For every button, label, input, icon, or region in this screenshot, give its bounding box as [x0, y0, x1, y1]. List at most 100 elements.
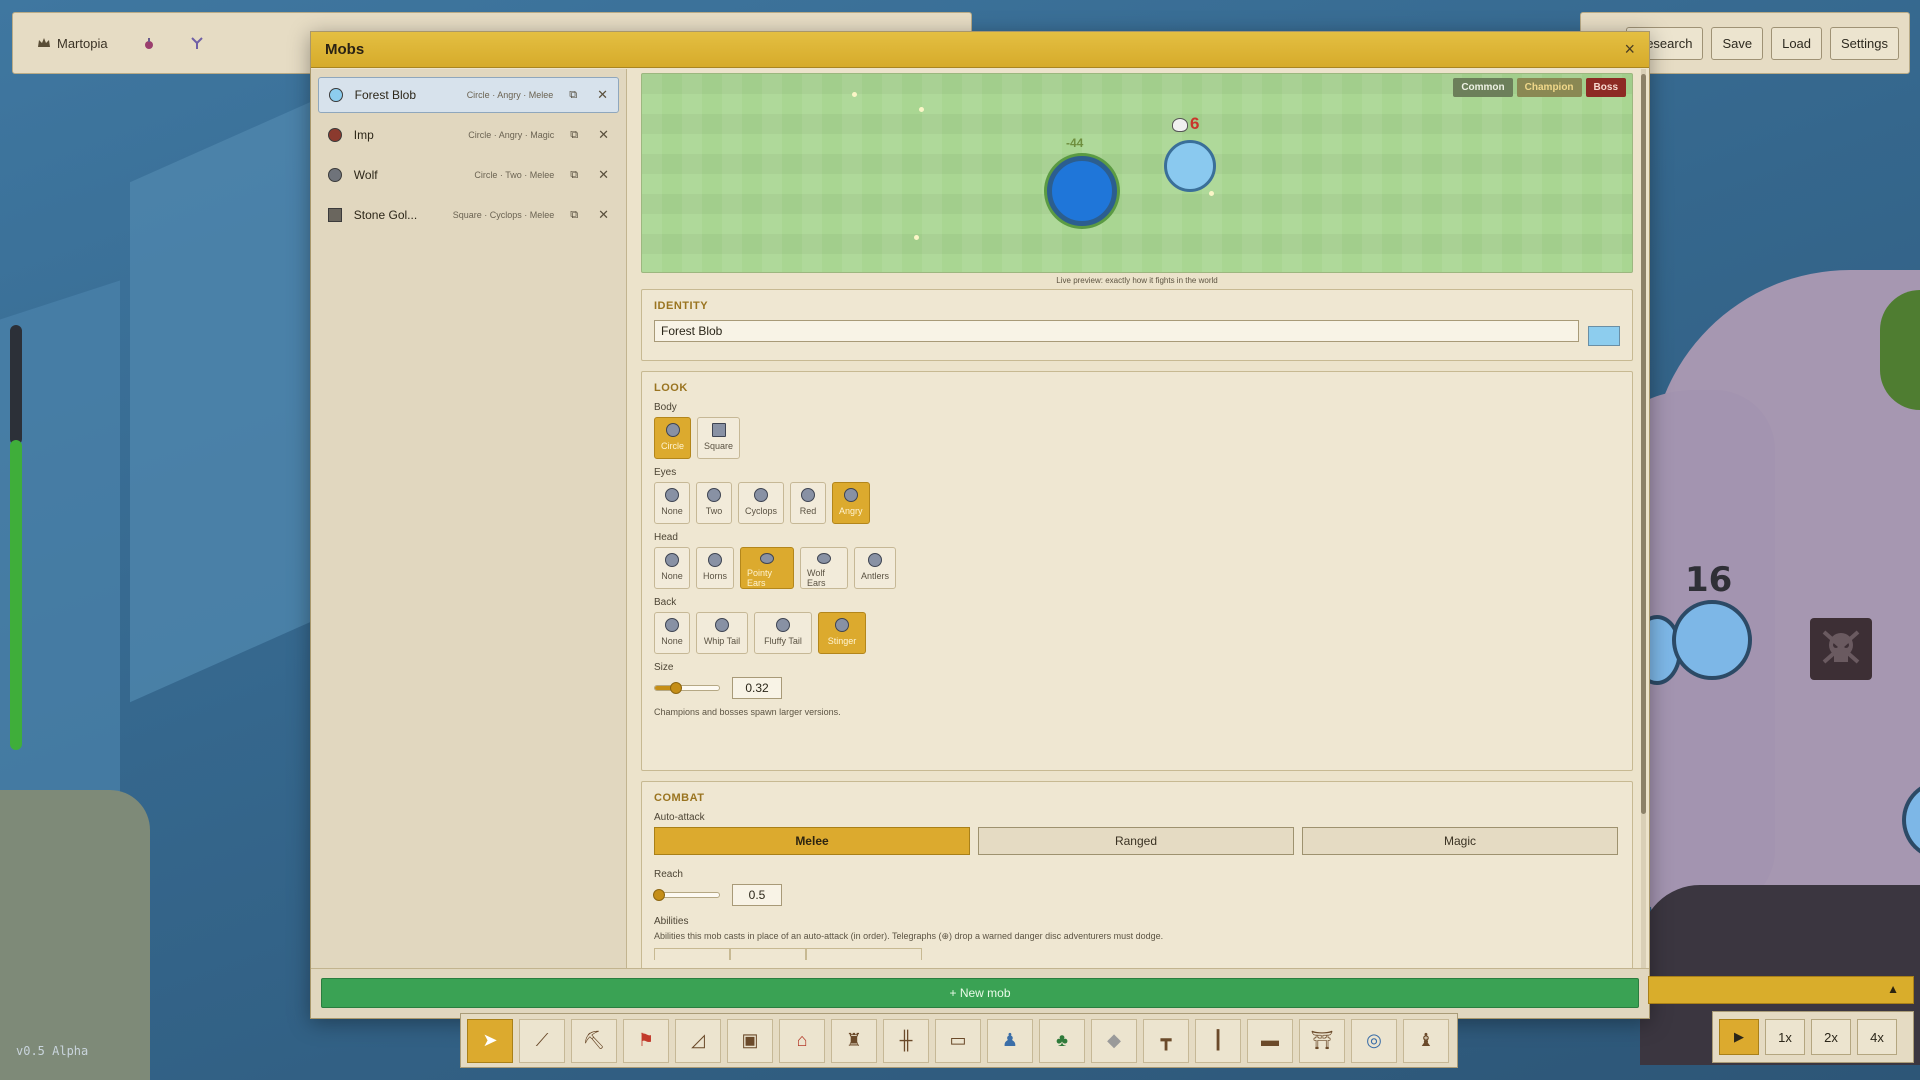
rock-tool-icon[interactable]: ◆	[1091, 1018, 1137, 1063]
duplicate-icon[interactable]: ⧉	[570, 169, 578, 182]
square-icon	[711, 423, 726, 437]
settlement-name: Martopia	[57, 35, 108, 51]
tier-champion-button[interactable]: Champion	[1516, 78, 1582, 97]
mob-list-item[interactable]: Forest Blob Circle · Angry · Melee ⧉ ✕	[318, 77, 619, 113]
tower-tool-icon[interactable]: ♜	[831, 1018, 877, 1063]
play-button[interactable]: ▶	[1719, 1019, 1759, 1055]
head-option-wolf-ears[interactable]: Wolf Ears	[800, 547, 849, 589]
mob-list: Forest Blob Circle · Angry · Melee ⧉ ✕ I…	[311, 69, 627, 969]
save-button[interactable]: Save	[1711, 26, 1764, 60]
back-option-fluffy-tail[interactable]: Fluffy Tail	[754, 612, 812, 654]
mob-name-input[interactable]	[654, 320, 1579, 342]
speed-2x-button[interactable]: 2x	[1811, 1019, 1851, 1055]
antlers-icon	[868, 553, 883, 567]
mob-name: Stone Gol...	[353, 208, 418, 222]
eyes-angry-icon	[843, 488, 858, 502]
mob-list-item[interactable]: Imp Circle · Angry · Magic ⧉ ✕	[318, 117, 619, 153]
bed-tool-icon[interactable]: ▬	[1247, 1018, 1293, 1063]
back-none-icon	[665, 618, 679, 632]
head-option-pointy-ears[interactable]: Pointy Ears	[740, 547, 795, 589]
new-mob-button[interactable]: + New mob	[321, 978, 1639, 1008]
settings-button[interactable]: Settings	[1830, 26, 1899, 60]
statue-tool-icon[interactable]: ♝	[1403, 1018, 1449, 1063]
chest-tool-icon[interactable]: ▣	[727, 1018, 773, 1063]
identity-section: IDENTITY	[641, 289, 1633, 361]
reach-value[interactable]: 0.5	[732, 884, 782, 906]
mob-list-item[interactable]: Stone Gol... Square · Cyclops · Melee ⧉ …	[318, 197, 619, 233]
house-tool-icon[interactable]: ⌂	[779, 1018, 825, 1063]
head-option-horns[interactable]: Horns	[696, 547, 735, 589]
body-option-square[interactable]: Square	[697, 417, 741, 459]
ability-tabs	[654, 948, 1620, 960]
eyes-option-none[interactable]: None	[654, 482, 690, 524]
mob-list-item[interactable]: Wolf Circle · Two · Melee ⧉ ✕	[318, 157, 619, 193]
sword-tool-icon[interactable]: ⟋	[519, 1018, 565, 1063]
potion-icon	[142, 36, 156, 50]
size-value[interactable]: 0.32	[732, 677, 782, 699]
banner-tool-icon[interactable]: ⚑	[623, 1018, 669, 1063]
size-slider-thumb[interactable]	[670, 682, 683, 694]
eyes-option-cyclops[interactable]: Cyclops	[738, 482, 785, 524]
collapse-panel-bar[interactable]: ▲	[1648, 976, 1914, 1004]
ability-slot[interactable]	[806, 948, 922, 960]
delete-icon[interactable]: ✕	[598, 127, 609, 143]
cursor-tool-icon[interactable]: ➤	[467, 1018, 513, 1063]
ability-slot[interactable]	[654, 948, 730, 960]
back-option-stinger[interactable]: Stinger	[818, 612, 866, 654]
wall-tool-icon[interactable]: ▭	[935, 1018, 981, 1063]
delete-icon[interactable]: ✕	[598, 167, 609, 183]
eyes-option-two[interactable]: Two	[696, 482, 732, 524]
eyes-red-icon	[801, 488, 816, 502]
speed-4x-button[interactable]: 4x	[1857, 1019, 1897, 1055]
eyes-none-icon	[665, 488, 679, 502]
reach-slider-thumb[interactable]	[653, 889, 665, 901]
load-button[interactable]: Load	[1771, 26, 1823, 60]
color-swatch[interactable]	[1588, 326, 1620, 346]
sparkle	[914, 235, 919, 240]
head-option-antlers[interactable]: Antlers	[854, 547, 897, 589]
ability-slot[interactable]	[730, 948, 806, 960]
tier-common-button[interactable]: Common	[1453, 78, 1513, 97]
npc-tool-icon[interactable]: ♟	[987, 1018, 1033, 1063]
ramp-tool-icon[interactable]: ◿	[675, 1018, 721, 1063]
eyes-option-red[interactable]: Red	[790, 482, 827, 524]
damage-number: -44	[1066, 136, 1084, 150]
portal-tool-icon[interactable]: ◎	[1351, 1018, 1397, 1063]
duplicate-icon[interactable]: ⧉	[570, 209, 578, 222]
magic-button[interactable]: Magic	[1302, 827, 1618, 855]
window-title: Mobs	[325, 41, 365, 58]
delete-icon[interactable]: ✕	[597, 87, 608, 103]
window-titlebar[interactable]: Mobs ×	[311, 32, 1649, 68]
potion-item[interactable]	[142, 36, 156, 50]
duplicate-icon[interactable]: ⧉	[569, 89, 577, 102]
melee-button[interactable]: Melee	[654, 827, 970, 855]
back-option-whip-tail[interactable]: Whip Tail	[696, 612, 748, 654]
duplicate-icon[interactable]: ⧉	[570, 129, 578, 142]
reach-slider[interactable]	[653, 889, 720, 901]
delete-icon[interactable]: ✕	[598, 207, 609, 223]
head-none-icon	[665, 553, 679, 567]
ranged-button[interactable]: Ranged	[978, 827, 1294, 855]
post-tool-icon[interactable]: ┃	[1195, 1018, 1241, 1063]
fence-tool-icon[interactable]: ╫	[883, 1018, 929, 1063]
pickaxe-tool-icon[interactable]: ⛏	[571, 1018, 617, 1063]
world-mob[interactable]	[1672, 600, 1752, 680]
body-option-circle[interactable]: Circle	[654, 417, 692, 459]
back-option-none[interactable]: None	[654, 612, 690, 654]
eyes-option-angry[interactable]: Angry	[832, 482, 870, 524]
tree-tool-icon[interactable]: ♣	[1039, 1018, 1085, 1063]
back-label: Back	[654, 597, 677, 608]
collapse-arrow-icon[interactable]: ▲	[1887, 982, 1899, 996]
table-tool-icon[interactable]: ┳	[1143, 1018, 1189, 1063]
head-option-none[interactable]: None	[654, 547, 690, 589]
preview-adventurer	[1164, 140, 1216, 192]
close-icon[interactable]: ×	[1624, 39, 1635, 60]
settlement-item[interactable]: Martopia	[37, 36, 108, 51]
branch-item[interactable]	[190, 36, 204, 50]
speed-1x-button[interactable]: 1x	[1765, 1019, 1805, 1055]
shrine-tool-icon[interactable]: ⛩	[1299, 1018, 1345, 1063]
skull-spawner-icon[interactable]	[1810, 618, 1872, 680]
scrollbar-thumb[interactable]	[1641, 74, 1646, 814]
tier-boss-button[interactable]: Boss	[1585, 78, 1626, 97]
size-slider[interactable]	[654, 682, 720, 694]
